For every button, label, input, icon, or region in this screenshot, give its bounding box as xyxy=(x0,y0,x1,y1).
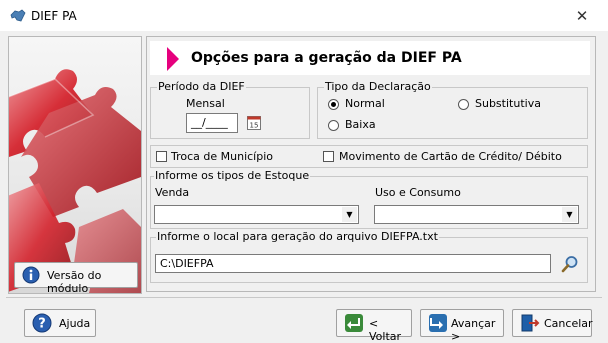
local-legend: Informe o local para geração do arquivo … xyxy=(156,230,439,243)
chevron-down-icon[interactable]: ▼ xyxy=(562,207,577,222)
arrow-right-icon xyxy=(167,47,179,71)
troca-municipio-checkbox[interactable] xyxy=(156,151,167,162)
venda-select[interactable]: ▼ xyxy=(154,205,359,224)
section-header: Opções para a geração da DIEF PA xyxy=(150,41,590,75)
next-arrow-icon xyxy=(429,314,447,332)
radio-baixa[interactable] xyxy=(328,120,339,131)
section-title: Opções para a geração da DIEF PA xyxy=(191,50,462,66)
divider xyxy=(6,297,602,298)
svg-text:15: 15 xyxy=(250,122,259,130)
cancel-button-label: Cancelar xyxy=(544,317,593,330)
map-icon xyxy=(10,9,26,22)
info-icon xyxy=(22,266,40,284)
tipo-legend: Tipo da Declaração xyxy=(324,80,432,93)
back-button-label: < Voltar xyxy=(369,317,402,343)
uso-consumo-select[interactable]: ▼ xyxy=(374,205,579,224)
movimento-cartao-checkbox[interactable] xyxy=(323,151,334,162)
version-button[interactable]: Versão do módulo xyxy=(14,262,138,295)
calendar-icon[interactable]: 15 xyxy=(247,115,261,130)
exit-icon xyxy=(521,314,540,332)
radio-baixa-label: Baixa xyxy=(345,118,376,131)
mensal-label: Mensal xyxy=(186,97,225,110)
title-bar: DIEF PA ✕ xyxy=(0,0,608,31)
help-button[interactable]: ? Ajuda xyxy=(24,309,96,337)
help-button-label: Ajuda xyxy=(59,317,91,330)
search-icon[interactable] xyxy=(561,255,579,273)
radio-substitutiva-label: Substitutiva xyxy=(475,97,541,110)
uso-consumo-label: Uso e Consumo xyxy=(375,186,461,199)
close-icon[interactable]: ✕ xyxy=(570,6,594,26)
estoque-legend: Informe os tipos de Estoque xyxy=(154,169,311,182)
svg-text:?: ? xyxy=(38,317,46,332)
back-arrow-icon xyxy=(345,314,363,332)
next-button[interactable]: Avançar > xyxy=(420,309,504,343)
window-title: DIEF PA xyxy=(31,9,77,23)
cancel-button[interactable]: Cancelar xyxy=(512,309,593,337)
back-button[interactable]: < Voltar xyxy=(336,309,412,343)
puzzle-image-panel xyxy=(8,36,142,294)
version-button-label: Versão do módulo xyxy=(47,269,102,295)
radio-normal-label: Normal xyxy=(345,97,385,110)
path-input[interactable]: C:\DIEFPA xyxy=(155,254,551,273)
periodo-date-input[interactable]: __/____ xyxy=(186,113,238,133)
next-button-label: Avançar > xyxy=(451,317,496,343)
troca-municipio-label: Troca de Município xyxy=(171,150,274,163)
chevron-down-icon[interactable]: ▼ xyxy=(342,207,357,222)
periodo-legend: Período da DIEF xyxy=(157,80,246,93)
help-icon: ? xyxy=(32,313,52,333)
puzzle-image xyxy=(9,69,141,293)
movimento-cartao-label: Movimento de Cartão de Crédito/ Débito xyxy=(339,150,562,163)
radio-normal[interactable] xyxy=(328,99,339,110)
venda-label: Venda xyxy=(155,186,190,199)
tipo-group: Tipo da Declaração xyxy=(317,80,588,139)
radio-substitutiva[interactable] xyxy=(458,99,469,110)
